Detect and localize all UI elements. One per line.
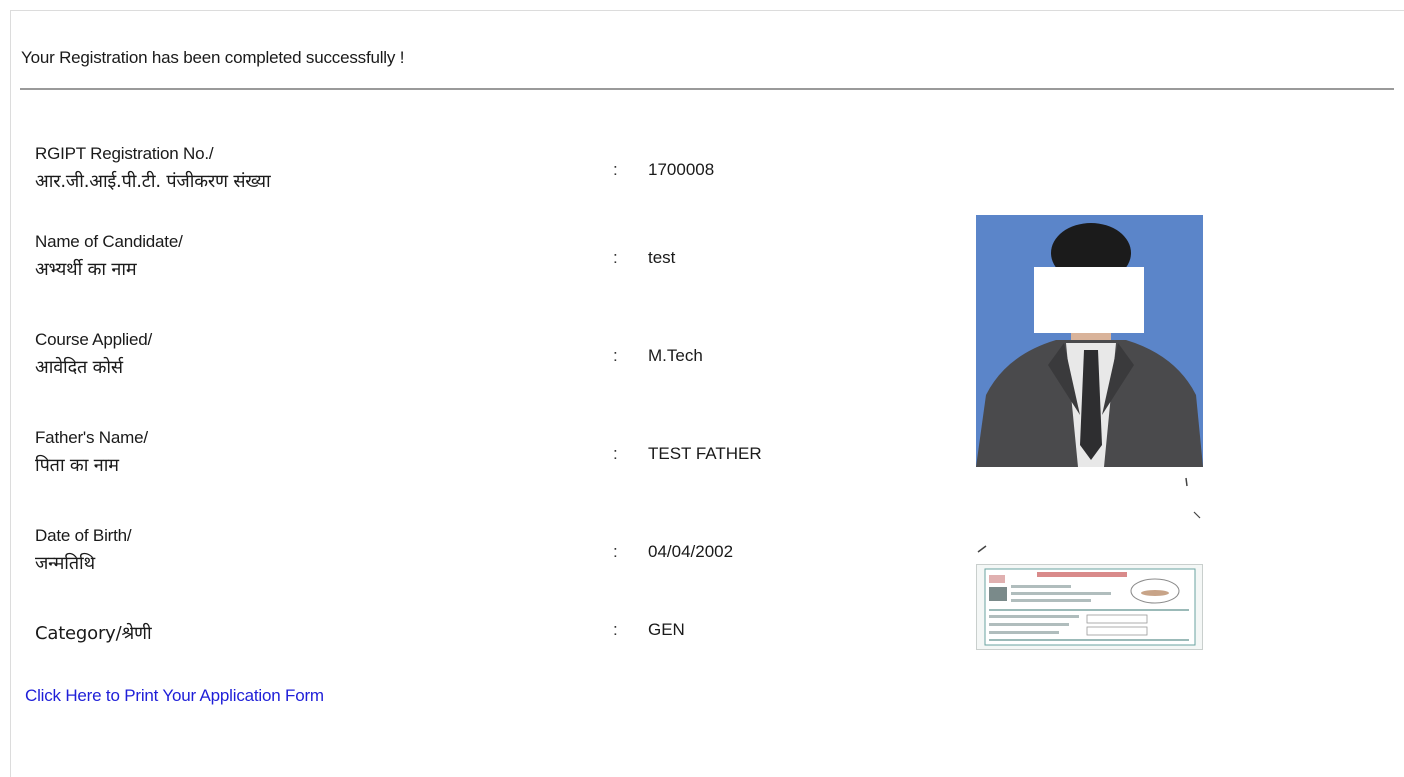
- field-row-candidate-name: Name of Candidate/ अभ्यर्थी का नाम : tes…: [0, 228, 900, 288]
- divider: [20, 88, 1394, 90]
- field-row-father-name: Father's Name/ पिता का नाम : TEST FATHER: [0, 424, 900, 484]
- separator: :: [613, 248, 618, 267]
- candidate-photo-image: [976, 215, 1203, 467]
- field-value-candidate-name: test: [648, 248, 676, 267]
- success-message: Your Registration has been completed suc…: [21, 48, 405, 67]
- field-value-course: M.Tech: [648, 346, 703, 365]
- field-value-registration-no: 1700008: [648, 160, 715, 179]
- document-thumbnail-image: [977, 565, 1202, 649]
- label-hi: आर.जी.आई.पी.टी. पंजीकरण संख्या: [35, 171, 271, 192]
- label-en: Course Applied/: [35, 330, 153, 349]
- field-label: Date of Birth/ जन्मतिथि: [35, 522, 132, 578]
- label-hi: पिता का नाम: [35, 455, 119, 476]
- field-label: RGIPT Registration No./ आर.जी.आई.पी.टी. …: [35, 140, 271, 196]
- label-category: Category/श्रेणी: [35, 623, 152, 644]
- separator: :: [613, 620, 618, 639]
- field-label: Father's Name/ पिता का नाम: [35, 424, 148, 480]
- label-hi: आवेदित कोर्स: [35, 357, 123, 378]
- field-row-category: Category/श्रेणी : GEN: [0, 620, 900, 680]
- label-hi: जन्मतिथि: [35, 553, 95, 574]
- field-row-course: Course Applied/ आवेदित कोर्स : M.Tech: [0, 326, 900, 386]
- label-hi: अभ्यर्थी का नाम: [35, 259, 137, 280]
- label-en: Father's Name/: [35, 428, 148, 447]
- label-en: Date of Birth/: [35, 526, 132, 545]
- field-label: Name of Candidate/ अभ्यर्थी का नाम: [35, 228, 183, 284]
- label-en: RGIPT Registration No./: [35, 144, 214, 163]
- separator: :: [613, 542, 618, 561]
- print-application-link[interactable]: Click Here to Print Your Application For…: [25, 686, 324, 706]
- separator: :: [613, 444, 618, 463]
- candidate-signature: [976, 472, 1203, 556]
- field-label: Category/श्रेणी: [35, 620, 152, 648]
- label-en: Name of Candidate/: [35, 232, 183, 251]
- field-value-dob: 04/04/2002: [648, 542, 734, 561]
- document-thumbnail: [976, 564, 1203, 650]
- signature-image: [976, 472, 1203, 556]
- field-value-father-name: TEST FATHER: [648, 444, 762, 463]
- separator: :: [613, 160, 618, 179]
- field-label: Course Applied/ आवेदित कोर्स: [35, 326, 152, 382]
- field-row-dob: Date of Birth/ जन्मतिथि : 04/04/2002: [0, 522, 900, 582]
- separator: :: [613, 346, 618, 365]
- field-value-category: GEN: [648, 620, 685, 639]
- field-row-registration-no: RGIPT Registration No./ आर.जी.आई.पी.टी. …: [0, 140, 900, 200]
- candidate-photo: [976, 215, 1203, 467]
